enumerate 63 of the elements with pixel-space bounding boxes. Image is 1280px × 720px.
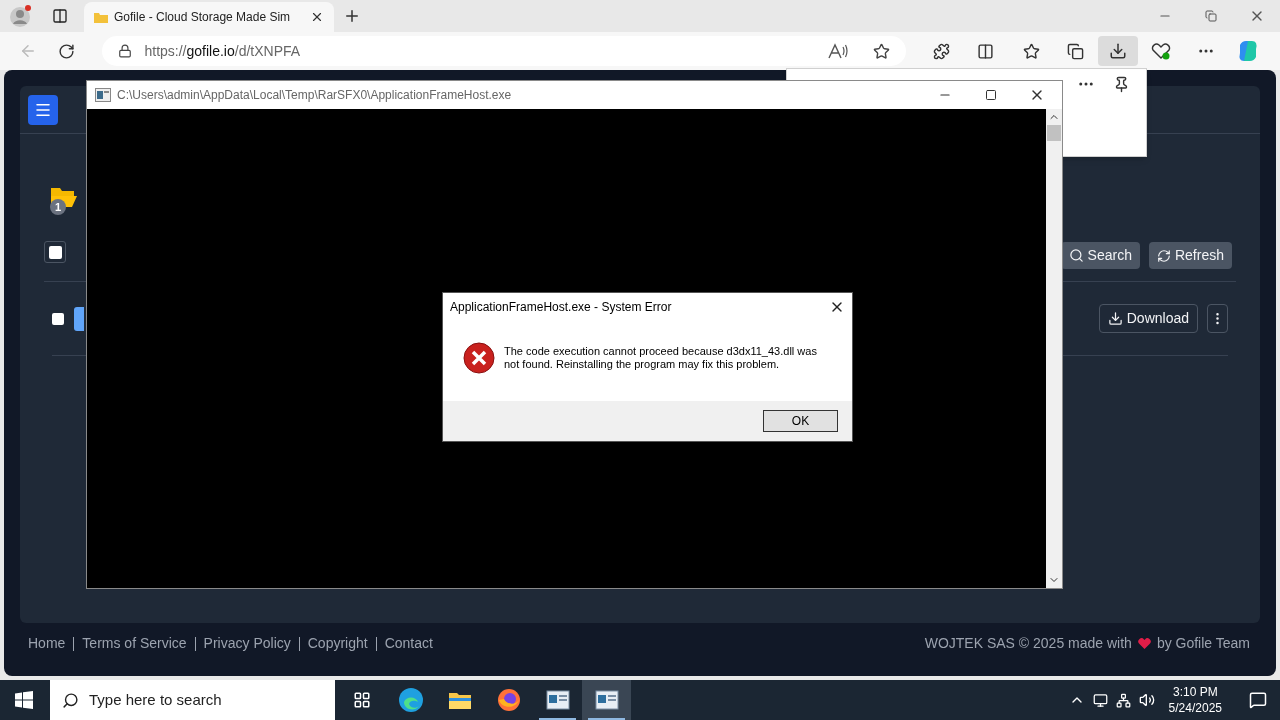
search-icon: [1068, 248, 1084, 263]
folder-icon: [447, 690, 472, 710]
more-options-button[interactable]: [1207, 304, 1228, 333]
search-button[interactable]: Search: [1060, 242, 1140, 269]
credit-text: by Gofile Team: [1156, 634, 1250, 653]
device-icon[interactable]: [1092, 692, 1108, 708]
pin-icon[interactable]: [1113, 75, 1130, 93]
footer-link[interactable]: Terms of Service: [82, 633, 187, 654]
scrollbar-thumb[interactable]: [1047, 125, 1061, 141]
error-icon: [463, 342, 495, 374]
reload-icon[interactable]: [58, 42, 76, 60]
split-screen-icon[interactable]: [977, 42, 995, 60]
download-icon: [1107, 311, 1123, 326]
close-tab-icon[interactable]: [310, 10, 324, 24]
maximize-icon[interactable]: [985, 89, 997, 101]
footer-link[interactable]: Copyright: [307, 633, 368, 654]
window-title: C:\Users\admin\AppData\Local\Temp\RarSFX0\ApplicationFrameHost.exe: [117, 87, 513, 104]
menu-button[interactable]: [28, 94, 58, 125]
downloads-icon[interactable]: [1109, 42, 1127, 60]
ok-button[interactable]: OK: [763, 410, 838, 432]
taskbar-app[interactable]: [582, 680, 631, 720]
console-window-icon: [594, 690, 619, 710]
footer-link[interactable]: Home: [28, 633, 66, 654]
footer-link[interactable]: Privacy Policy: [203, 633, 291, 654]
refresh-icon: [1156, 248, 1171, 263]
console-window-icon: [545, 690, 570, 710]
profile-avatar-icon[interactable]: [10, 4, 34, 28]
count-badge: 1: [50, 199, 66, 215]
url-text: https://gofile.io/d/tXNPFA: [144, 41, 302, 61]
search-icon: [62, 691, 79, 709]
browser-icon: [397, 687, 424, 713]
scrollbar[interactable]: [1046, 109, 1062, 588]
network-icon[interactable]: [1115, 692, 1131, 708]
favorite-star-icon[interactable]: [873, 42, 890, 60]
tab-actions-icon[interactable]: [52, 8, 68, 24]
favorites-icon[interactable]: [1023, 42, 1041, 60]
folder-favicon: [94, 11, 108, 23]
volume-icon[interactable]: [1138, 692, 1155, 708]
restore-icon[interactable]: [1205, 10, 1217, 22]
copyright-text: WOJTEK SAS © 2025 made with: [924, 634, 1132, 653]
extensions-icon[interactable]: [933, 42, 951, 60]
new-tab-icon[interactable]: [343, 7, 361, 25]
clock[interactable]: 3:10 PM 5/24/2025: [1162, 684, 1228, 716]
start-icon[interactable]: [15, 691, 33, 709]
select-all-checkbox[interactable]: [48, 245, 62, 259]
notifications-icon[interactable]: [1249, 691, 1267, 709]
tab-title: Gofile - Cloud Storage Made Sim: [114, 9, 292, 26]
task-view-icon: [352, 691, 371, 709]
taskbar-search-field[interactable]: Type here to search: [50, 680, 335, 720]
dialog-title: ApplicationFrameHost.exe - System Error: [450, 299, 673, 316]
address-bar[interactable]: https://gofile.io/d/tXNPFA: [102, 36, 906, 66]
console-window-icon: [95, 88, 111, 102]
error-message: The code execution cannot proceed because d3dx11_43.dll was not found. Reinstalling the program may fix this problem.: [504, 345, 818, 371]
heart-icon: [1137, 637, 1151, 650]
fox-browser-icon: [496, 688, 521, 712]
file-checkbox[interactable]: [52, 312, 64, 325]
refresh-button[interactable]: Refresh: [1148, 242, 1232, 269]
download-button[interactable]: Download: [1098, 304, 1198, 333]
file-type-badge: [74, 306, 84, 331]
browser-tab[interactable]: Gofile - Cloud Storage Made Sim: [84, 2, 334, 32]
footer-link[interactable]: Contact: [384, 633, 433, 654]
read-aloud-icon[interactable]: [827, 43, 849, 59]
lock-icon: [118, 44, 133, 58]
